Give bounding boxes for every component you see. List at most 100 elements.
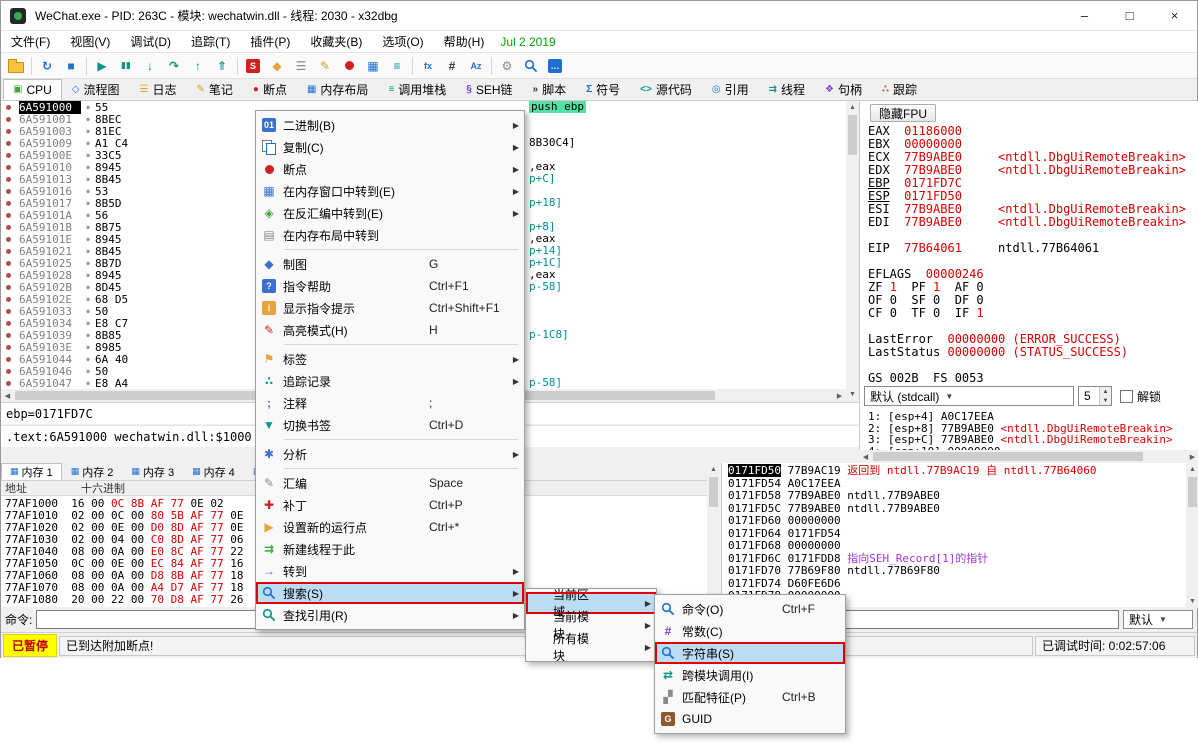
tab-CPU[interactable]: ▣CPU <box>3 79 62 100</box>
search-type-item[interactable]: GGUID <box>655 708 845 730</box>
argument-depth-stepper[interactable]: 5 ▲▼ <box>1078 386 1112 406</box>
context-menu-item[interactable]: 01二进制(B)▶ <box>256 114 524 136</box>
step-into-icon-button[interactable]: ↓ <box>138 55 162 77</box>
dump-tab-内存 1[interactable]: ▦内存 1 <box>1 463 62 480</box>
breakpoint-dot-icon[interactable] <box>1 321 15 326</box>
minimize-button[interactable]: – <box>1062 1 1107 31</box>
dump-vertical-scrollbar[interactable]: ▲ ▼ <box>707 463 720 608</box>
menubar-item[interactable]: 文件(F) <box>1 30 60 53</box>
breakpoint-dot-icon[interactable] <box>1 309 15 314</box>
register-line[interactable]: LastStatus 00000000 (STATUS_SUCCESS) <box>868 346 1186 359</box>
breakpoint-dot-icon[interactable] <box>1 129 15 134</box>
context-menu-item[interactable]: ▼切换书签Ctrl+D <box>256 414 524 436</box>
run-icon-button[interactable]: ▶ <box>90 55 114 77</box>
menubar-item[interactable]: 调试(D) <box>120 30 181 53</box>
breakpoint-dot-icon[interactable] <box>1 285 15 290</box>
call-stack-icon-button[interactable]: ≡ <box>385 55 409 77</box>
chat-icon-button[interactable]: … <box>543 55 567 77</box>
registers-pane[interactable]: 隐藏FPU EAX 01186000EBX 00000000ECX 77B9AB… <box>859 101 1198 463</box>
breakpoint-dot-icon[interactable] <box>1 105 15 110</box>
context-menu-item[interactable]: 断点▶ <box>256 158 524 180</box>
breakpoint-dot-icon[interactable] <box>1 141 15 146</box>
search-type-item[interactable]: 字符串(S) <box>655 642 845 664</box>
menubar-item[interactable]: 插件(P) <box>240 30 300 53</box>
search-type-item[interactable]: ⇄跨模块调用(I) <box>655 664 845 686</box>
menubar-item[interactable]: 追踪(T) <box>181 30 240 53</box>
graph-icon-button[interactable]: ◆ <box>265 55 289 77</box>
log-icon-button[interactable]: ☰ <box>289 55 313 77</box>
search-type-item[interactable]: 命令(O)Ctrl+F <box>655 598 845 620</box>
hide-fpu-button[interactable]: 隐藏FPU <box>870 104 936 122</box>
context-menu-item[interactable]: ⇉新建线程于此 <box>256 538 524 560</box>
context-menu-item[interactable]: 搜索(S)▶ <box>256 582 524 604</box>
register-list[interactable]: EAX 01186000EBX 00000000ECX 77B9ABE0 <nt… <box>868 125 1186 385</box>
spin-up-icon[interactable]: ▲ <box>1100 387 1111 396</box>
step-over-icon-button[interactable]: ↷ <box>162 55 186 77</box>
tab-符号[interactable]: Σ符号 <box>576 79 630 100</box>
breakpoint-dot-icon[interactable] <box>1 381 15 386</box>
unlock-checkbox[interactable] <box>1120 390 1133 403</box>
context-menu-item[interactable]: ✎汇编Space <box>256 472 524 494</box>
tab-SEH链[interactable]: §SEH链 <box>456 79 522 100</box>
calling-convention-select[interactable]: 默认 (stdcall)▼ <box>864 386 1074 406</box>
breakpoint-dot-icon[interactable] <box>1 165 15 170</box>
breakpoint-dot-icon[interactable] <box>1 357 15 362</box>
register-line[interactable]: EIP 77B64061 ntdll.77B64061 <box>868 242 1186 255</box>
register-line[interactable]: EDI 77B9ABE0 <ntdll.DbgUiRemoteBreakin> <box>868 216 1186 229</box>
breakpoints-icon-button[interactable] <box>337 55 361 77</box>
dump-tab-内存 3[interactable]: ▦内存 3 <box>122 463 183 480</box>
breakpoint-dot-icon[interactable] <box>1 345 15 350</box>
breakpoint-dot-icon[interactable] <box>1 237 15 242</box>
step-out-icon-button[interactable]: ⇑ <box>210 55 234 77</box>
breakpoint-dot-icon[interactable] <box>1 153 15 158</box>
context-menu-item[interactable]: ◆制图G <box>256 253 524 275</box>
context-menu-item[interactable]: ✱分析▶ <box>256 443 524 465</box>
tab-笔记[interactable]: ✎笔记 <box>187 79 243 100</box>
tab-跟踪[interactable]: ∴跟踪 <box>872 79 927 100</box>
context-menu-item[interactable]: ▦在内存窗口中转到(E)▶ <box>256 180 524 202</box>
search-icon-button[interactable] <box>519 55 543 77</box>
tab-引用[interactable]: ◎引用 <box>702 79 759 100</box>
disassembly-vertical-scrollbar[interactable]: ▲ ▼ <box>846 101 859 401</box>
breakpoint-dot-icon[interactable] <box>1 333 15 338</box>
fx-icon-button[interactable]: fx <box>416 55 440 77</box>
restart-icon-button[interactable]: ↻ <box>35 55 59 77</box>
context-menu-item[interactable]: ✚补丁Ctrl+P <box>256 494 524 516</box>
register-line[interactable]: CF 0 TF 0 IF 1 <box>868 307 1186 320</box>
context-menu-item[interactable]: ∴追踪记录▶ <box>256 370 524 392</box>
context-menu-item[interactable]: →转到▶ <box>256 560 524 582</box>
stack-vertical-scrollbar[interactable]: ▲ ▼ <box>1186 463 1198 608</box>
breakpoint-dot-icon[interactable] <box>1 249 15 254</box>
gear-icon-button[interactable]: ⚙ <box>495 55 519 77</box>
context-menu-item[interactable]: ⚑标签▶ <box>256 348 524 370</box>
context-menu-item[interactable]: ?指令帮助Ctrl+F1 <box>256 275 524 297</box>
az-icon-button[interactable]: Az <box>464 55 488 77</box>
maximize-button[interactable]: □ <box>1107 1 1152 31</box>
breakpoint-dot-icon[interactable] <box>1 201 15 206</box>
menubar-item[interactable]: 选项(O) <box>372 30 433 53</box>
context-menu-item[interactable]: 复制(C)▶ <box>256 136 524 158</box>
tab-流程图[interactable]: ◇流程图 <box>62 79 130 100</box>
spin-down-icon[interactable]: ▼ <box>1100 396 1111 405</box>
breakpoint-dot-icon[interactable] <box>1 117 15 122</box>
breakpoint-dot-icon[interactable] <box>1 369 15 374</box>
search-scope-item[interactable]: 所有模块▶ <box>526 636 656 658</box>
tab-线程[interactable]: ⇉线程 <box>759 79 815 100</box>
menubar-item[interactable]: 帮助(H) <box>434 30 495 53</box>
context-menu-item[interactable]: ◈在反汇编中转到(E)▶ <box>256 202 524 224</box>
close-button[interactable]: × <box>1152 1 1197 31</box>
dump-tab-内存 2[interactable]: ▦内存 2 <box>62 463 123 480</box>
stop-icon-button[interactable]: ■ <box>59 55 83 77</box>
breakpoint-dot-icon[interactable] <box>1 297 15 302</box>
notes-icon-button[interactable]: ✎ <box>313 55 337 77</box>
open-file-icon-button[interactable] <box>4 55 28 77</box>
breakpoint-dot-icon[interactable] <box>1 273 15 278</box>
search-type-item[interactable]: ▞匹配特征(P)Ctrl+B <box>655 686 845 708</box>
pause-icon-button[interactable]: ▮▮ <box>114 55 138 77</box>
breakpoint-dot-icon[interactable] <box>1 225 15 230</box>
menubar-item[interactable]: 收藏夹(B) <box>300 30 372 53</box>
tab-内存布局[interactable]: ▦内存布局 <box>297 79 378 100</box>
breakpoint-dot-icon[interactable] <box>1 261 15 266</box>
tab-句柄[interactable]: ❖句柄 <box>815 79 872 100</box>
execute-till-return-icon-button[interactable]: ↑ <box>186 55 210 77</box>
